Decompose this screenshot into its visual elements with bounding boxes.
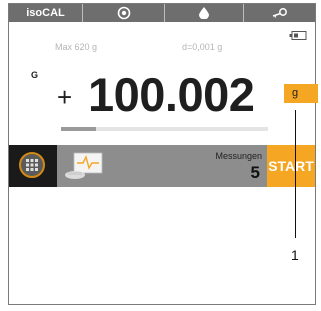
gross-indicator: G xyxy=(31,70,39,80)
level-indicator[interactable] xyxy=(83,4,165,22)
unit-label: g xyxy=(292,87,299,99)
start-button[interactable]: START xyxy=(267,145,315,187)
battery-icon xyxy=(289,31,307,40)
measurements-count: 5 xyxy=(250,163,260,182)
isocal-label: isoCAL xyxy=(26,7,65,19)
balance-screen: isoCAL Max 620 g d=0,001 g G + 100.002 g… xyxy=(8,3,318,305)
start-label: START xyxy=(268,158,314,174)
capacity-bar-fill xyxy=(61,127,97,131)
lock-indicator[interactable] xyxy=(244,4,315,22)
readability-info: d=0,001 g xyxy=(182,42,223,52)
weight-sign: + xyxy=(57,82,73,112)
measurement-thumbnail-icon[interactable] xyxy=(62,151,106,181)
key-icon xyxy=(272,8,287,18)
humidity-indicator[interactable] xyxy=(165,4,244,22)
unit-button[interactable]: g xyxy=(284,84,318,103)
drop-icon xyxy=(199,7,209,19)
max-capacity-info: Max 620 g xyxy=(55,42,98,52)
callout-number: 1 xyxy=(291,247,299,263)
isocal-tab[interactable]: isoCAL xyxy=(9,4,83,22)
application-button[interactable] xyxy=(9,145,57,187)
measurements-label: Messungen xyxy=(215,151,262,161)
bottom-bar: Messungen 5 START xyxy=(9,145,315,187)
weight-value: 100.002 xyxy=(88,68,255,121)
level-target-icon xyxy=(117,6,130,20)
app-menu-icon xyxy=(19,152,45,178)
callout-line xyxy=(295,110,296,238)
capacity-bar xyxy=(61,127,268,131)
status-bar: isoCAL xyxy=(9,4,315,22)
